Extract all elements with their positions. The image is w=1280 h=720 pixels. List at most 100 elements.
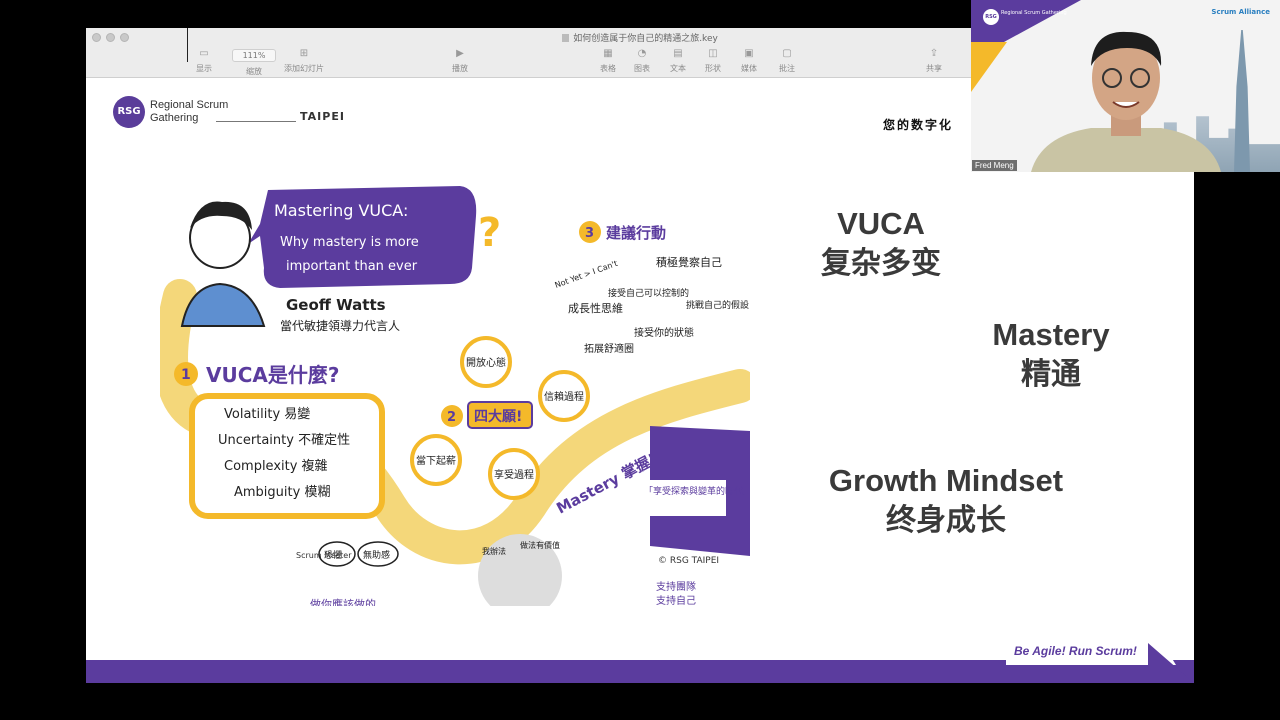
zoom-value: 111% [242, 51, 266, 60]
sketchnote-illustration: Mastering VUCA: Why mastery is more impo… [160, 176, 750, 606]
support-line-1: 支持團隊 [656, 580, 696, 593]
era-card [640, 480, 726, 516]
topic-mastery-en: Mastery [992, 317, 1110, 352]
wish-2: 信賴過程 [544, 390, 584, 403]
video-rsg-logo: RSG [983, 9, 999, 25]
wish-1: 開放心態 [466, 356, 506, 369]
rsg-logo: RSG [113, 96, 145, 128]
sketchnote-svg: Mastering VUCA: Why mastery is more impo… [160, 186, 750, 606]
participant-name-label: Fred Meng [972, 160, 1017, 171]
do-text: 做你應該做的 [310, 597, 376, 606]
vuca-item-3: Complexity 複雜 [224, 458, 328, 474]
fear-label-2: 無助感 [363, 549, 390, 561]
toolbar-label: 批注 [779, 64, 795, 73]
document-icon [562, 34, 570, 42]
toolbar-label: 播放 [452, 64, 468, 73]
participant-avatar [1031, 31, 1221, 172]
video-taipei-tower [1234, 30, 1250, 172]
share-icon: ⇪ [929, 48, 939, 59]
participant-video-tile[interactable]: RSG Regional Scrum Gathering Scrum Allia… [971, 0, 1280, 172]
comment-icon: ▢ [782, 48, 792, 59]
toolbar-label: 添加幻灯片 [284, 64, 324, 73]
support-line-2: 支持自己 [656, 594, 696, 606]
play-icon: ▶ [456, 48, 464, 59]
dog-label-1: 我辦法 [482, 546, 506, 556]
toolbar-media-button[interactable]: ▣ 媒体 [741, 47, 757, 74]
video-rsg-text: Regional Scrum Gathering [1001, 10, 1067, 16]
toolbar-comment-button[interactable]: ▢ 批注 [779, 47, 795, 74]
topic-growth-zh: 终身成长 [886, 503, 1006, 538]
text-icon: ▤ [673, 48, 683, 59]
toolbar-chart-button[interactable]: ◔ 图表 [634, 47, 650, 74]
screen: 如何创造属于你自己的精通之旅.key ▭ 显示 111% 缩放 ⊞ 添加幻灯片 ▶ 播… [0, 0, 1280, 720]
toolbar-label: 图表 [634, 64, 650, 73]
sketch-title-3: important than ever [286, 259, 418, 274]
chart-icon: ◔ [637, 48, 647, 59]
dog-label-2: 做法有價值 [520, 540, 560, 550]
media-icon: ▣ [744, 48, 754, 59]
document-title-text: 如何创造属于你自己的精通之旅.key [573, 34, 718, 44]
section3-number: 3 [585, 226, 594, 241]
question-mark-icon: ? [478, 210, 501, 256]
vuca-item-4: Ambiguity 模糊 [234, 484, 330, 500]
topic-vuca-en: VUCA [837, 206, 925, 241]
toolbar-play-button[interactable]: ▶ 播放 [452, 47, 468, 74]
toolbar-table-button[interactable]: ▦ 表格 [600, 47, 616, 74]
scrum-alliance-logo: Scrum Alliance [1211, 8, 1270, 16]
video-bg-yellow [971, 42, 1007, 92]
org-city: TAIPEI [300, 110, 345, 123]
toolbar-add-slide-button[interactable]: ⊞ 添加幻灯片 [284, 47, 324, 74]
sketch-copyright: © RSG TAIPEI [658, 556, 720, 566]
toolbar-label: 共享 [926, 64, 942, 73]
action-5: 拓展舒適圈 [584, 342, 634, 355]
not-yet-text: Not Yet > I Can't [554, 259, 619, 290]
zoom-select[interactable]: 111% [232, 49, 276, 62]
action-6: 接受你的狀態 [634, 326, 694, 339]
sketch-title-2: Why mastery is more [280, 235, 419, 250]
sketch-title-1: Mastering VUCA: [274, 201, 408, 220]
section1-title: VUCA是什麼? [206, 363, 339, 387]
scrum-master-label: Scrum Master [296, 551, 352, 560]
topic-mastery-zh: 精通 [1021, 357, 1081, 392]
vuca-item-2: Uncertainty 不確定性 [218, 432, 350, 448]
add-slide-icon: ⊞ [299, 48, 309, 59]
topic-growth-en: Growth Mindset [828, 463, 1064, 498]
wish-4: 享受過程 [494, 468, 534, 481]
wish-3: 當下起薪 [416, 454, 456, 467]
sidebar-icon: ▭ [199, 48, 209, 59]
toolbar-share-button[interactable]: ⇪ 共享 [926, 47, 942, 74]
topic-mastery: Mastery 精通 [976, 315, 1126, 395]
org-name-line2: Gathering [150, 112, 199, 124]
toolbar-show-button[interactable]: ▭ 显示 [196, 47, 212, 74]
toolbar-label: 表格 [600, 64, 616, 73]
table-icon: ▦ [603, 48, 613, 59]
section2-number: 2 [447, 410, 456, 425]
topic-growth-mindset: Growth Mindset 终身成长 [806, 461, 1086, 541]
action-2: 積極覺察自己 [656, 255, 722, 269]
section3-title: 建議行動 [606, 224, 666, 242]
section2-title: 四大願! [474, 408, 522, 425]
action-4: 挑戰自己的假設 [686, 299, 749, 311]
toolbar-label: 文本 [670, 64, 686, 73]
org-name-line1: Regional Scrum [150, 99, 229, 111]
action-1: 成長性思維 [568, 301, 623, 315]
vuca-item-1: Volatility 易變 [224, 406, 310, 422]
speaker-role: 當代敏捷領導力代言人 [280, 318, 400, 333]
slide-top-text: 您的数字化 [883, 118, 954, 132]
topic-vuca-zh: 复杂多变 [821, 246, 941, 281]
topic-vuca: VUCA 复杂多变 [806, 204, 956, 284]
toolbar-shape-button[interactable]: ◫ 形状 [705, 47, 721, 74]
section1-number: 1 [181, 367, 191, 383]
toolbar-zoom-button[interactable]: 缩放 [246, 64, 262, 77]
speaker-name: Geoff Watts [286, 296, 386, 314]
toolbar-label: 缩放 [246, 67, 262, 76]
toolbar-text-button[interactable]: ▤ 文本 [670, 47, 686, 74]
toolbar-label: 显示 [196, 64, 212, 73]
toolbar-label: 形状 [705, 64, 721, 73]
footer-slogan: Be Agile! Run Scrum! [1014, 644, 1137, 658]
era-text: 「享受探索與變革的時代」 [644, 485, 750, 497]
action-3: 接受自己可以控制的 [608, 287, 689, 299]
shape-icon: ◫ [708, 48, 718, 59]
toolbar-label: 媒体 [741, 64, 757, 73]
divider [216, 121, 296, 122]
